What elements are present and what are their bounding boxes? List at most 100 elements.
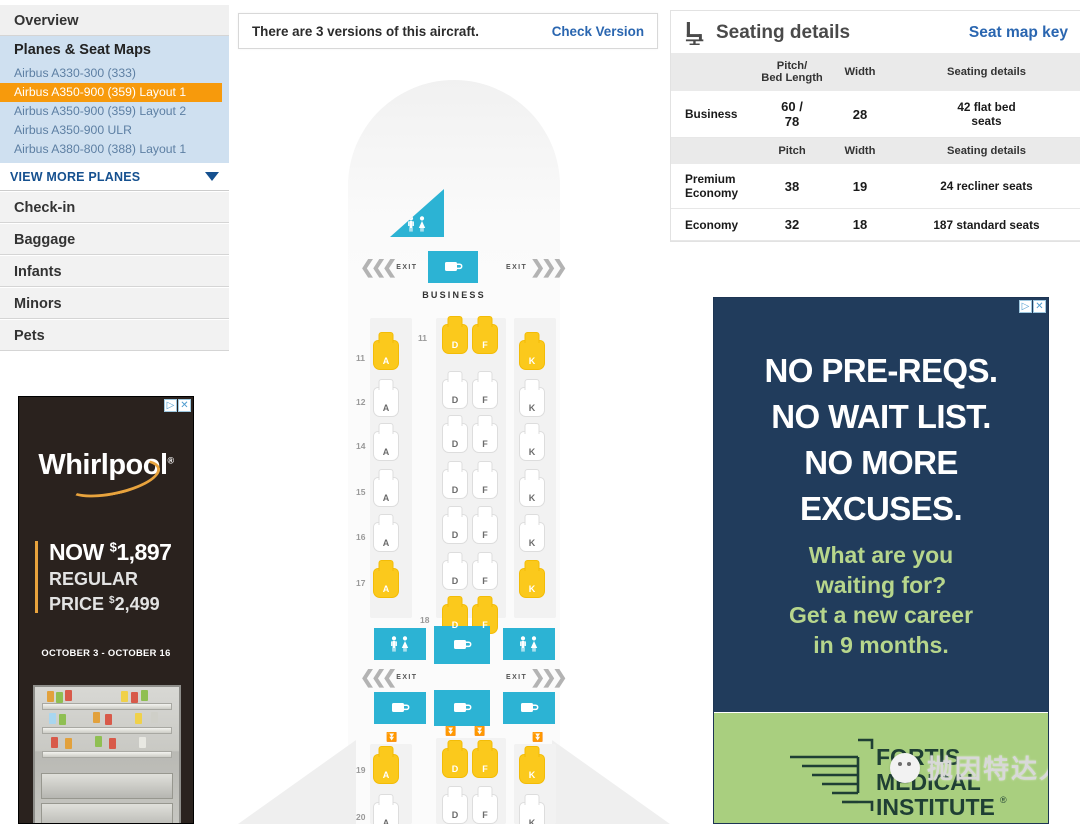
seat-16D[interactable]: D [442,506,468,544]
seat-19K[interactable]: K [519,746,545,784]
galley-forward[interactable] [428,251,478,283]
seat-14D[interactable]: D [442,415,468,453]
seat-map[interactable]: BUSINESS ❮❮❮ EXIT EXIT ❯❯❯ 11 11 A D F K… [238,58,670,824]
header-pitch-bed-length: Pitch/ Bed Length [755,53,829,91]
seat-17D[interactable]: D [442,552,468,590]
seat-label: D [451,395,459,405]
subtext-line-3: Get a new career [788,602,974,628]
seat-16K[interactable]: K [519,514,545,552]
close-icon[interactable]: ✕ [1033,300,1046,313]
seat-map-key-link[interactable]: Seat map key [969,24,1068,42]
seat-headrest [477,786,493,797]
view-more-planes-button[interactable]: VIEW MORE PLANES [0,163,229,191]
seat-17K[interactable]: K [519,560,545,598]
sidebar-item-pets[interactable]: Pets [0,319,229,351]
seat-20F[interactable]: F [472,786,498,824]
close-icon[interactable]: ✕ [178,399,191,412]
seat-19D[interactable]: D [442,740,468,778]
seat-14K[interactable]: K [519,423,545,461]
seat-12K[interactable]: K [519,379,545,417]
seat-20A[interactable]: A [373,794,399,824]
seat-headrest [524,469,540,480]
seat-11D[interactable]: D [442,316,468,354]
seat-15K[interactable]: K [519,469,545,507]
aircraft-nose [348,80,560,280]
seat-11K[interactable]: K [519,332,545,370]
seat-17A[interactable]: A [373,560,399,598]
sidebar-item-infants[interactable]: Infants [0,255,229,287]
seat-headrest [447,371,463,382]
cabin-name-economy: Economy [671,208,755,241]
bassinet-icon-center-left: ⏬ [445,726,457,736]
seat-14A[interactable]: A [373,423,399,461]
sidebar-item-overview[interactable]: Overview [0,4,229,36]
row-number-18: 18 [420,615,430,625]
seat-14F[interactable]: F [472,415,498,453]
seat-15A[interactable]: A [373,469,399,507]
seat-15D[interactable]: D [442,461,468,499]
plane-item-a350-900-layout-2[interactable]: Airbus A350-900 (359) Layout 2 [0,102,229,121]
advertisement-fortis-medical-institute[interactable]: ▷ ✕ NO PRE-REQS. NO WAIT LIST. NO MORE E… [713,297,1049,824]
seat-19A[interactable]: A [373,746,399,784]
seat-16F[interactable]: F [472,506,498,544]
exit-forward-left: ❮❮❮ EXIT [360,258,417,276]
seat-label: D [451,576,459,586]
sidebar-item-baggage[interactable]: Baggage [0,223,229,255]
seat-20K[interactable]: K [519,794,545,824]
registered-mark: ® [167,455,175,466]
ad-headline: NO PRE-REQS. NO WAIT LIST. NO MORE EXCUS… [714,348,1048,532]
seat-headrest [524,514,540,525]
plane-item-a350-900-layout-1[interactable]: Airbus A350-900 (359) Layout 1 [0,83,222,102]
seat-headrest [378,379,394,390]
seat-label: A [382,538,390,548]
seat-headrest [524,332,540,343]
seat-label: F [482,439,488,449]
lavatory-mid-left[interactable] [374,628,426,660]
seat-label: F [482,395,488,405]
sidebar-item-check-in[interactable]: Check-in [0,191,229,223]
seat-19F[interactable]: F [472,740,498,778]
sidebar-item-label: Minors [14,296,62,312]
plane-item-a350-900-ulr[interactable]: Airbus A350-900 ULR [0,121,229,140]
sidebar-item-minors[interactable]: Minors [0,287,229,319]
seat-label: F [482,340,488,350]
plane-item-a330-300[interactable]: Airbus A330-300 (333) [0,64,229,83]
seat-17F[interactable]: F [472,552,498,590]
advertisement-whirlpool[interactable]: ▷ ✕ Whirlpool® NOW $1,897 REGULAR PRICE … [18,396,194,824]
seat-16A[interactable]: A [373,514,399,552]
exit-chevron-icon: ❮❮❮ [360,667,397,687]
seating-details-header: Seating details Seat map key [671,11,1080,53]
ad-controls: ▷ ✕ [1019,300,1046,313]
header-pitch-line2: Bed Length [761,72,823,84]
seat-11A[interactable]: A [373,332,399,370]
seat-12F[interactable]: F [472,371,498,409]
seat-headrest [477,552,493,563]
adchoices-icon[interactable]: ▷ [164,399,177,412]
lavatory-mid-right[interactable] [503,628,555,660]
seat-12A[interactable]: A [373,379,399,417]
aircraft-wing-left [238,740,356,824]
exit-forward-right: EXIT ❯❯❯ [506,258,567,276]
galley-mid-center[interactable] [434,626,490,664]
exit-chevron-icon: ❮❮❮ [360,257,397,277]
seat-headrest [524,379,540,390]
adchoices-icon[interactable]: ▷ [1019,300,1032,313]
airline-seat-icon [685,22,704,45]
cabin-name-business: Business [671,91,755,138]
seat-label: A [382,770,390,780]
seat-headrest [378,469,394,480]
seat-label: K [528,770,536,780]
seat-11F[interactable]: F [472,316,498,354]
galley-aft-center[interactable] [434,690,490,726]
seat-12D[interactable]: D [442,371,468,409]
seat-20D[interactable]: D [442,786,468,824]
header-blank [671,53,755,91]
check-version-link[interactable]: Check Version [552,24,644,39]
seat-15F[interactable]: F [472,461,498,499]
galley-aft-left[interactable] [374,692,426,724]
seat-label: F [482,530,488,540]
seat-label: K [528,493,536,503]
plane-item-a380-800-layout-1[interactable]: Airbus A380-800 (388) Layout 1 [0,140,229,159]
sidebar-section-planes-seat-maps[interactable]: Planes & Seat Maps [0,36,229,64]
galley-aft-right[interactable] [503,692,555,724]
